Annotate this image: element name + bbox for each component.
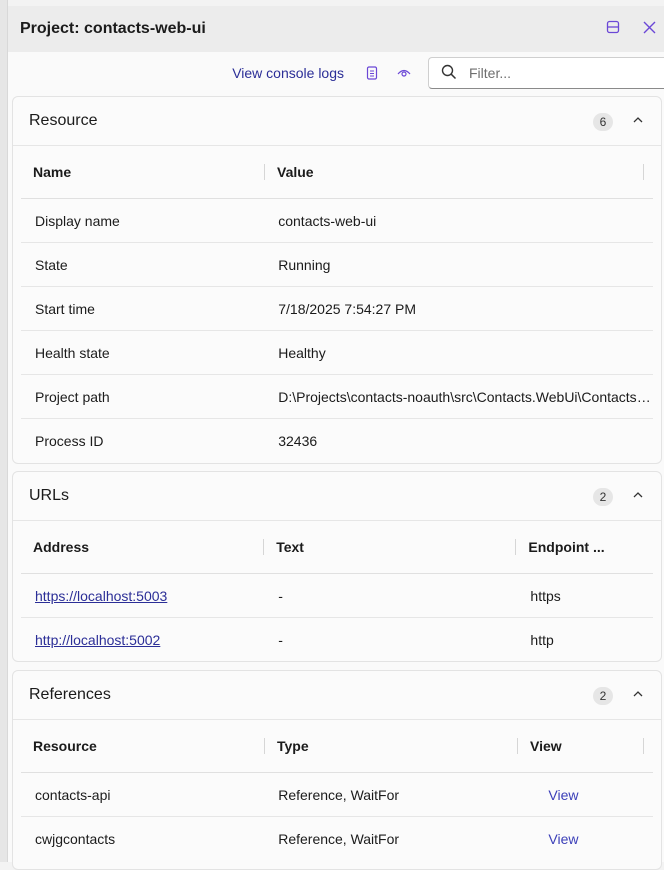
reference-resource-cell: cwjgcontacts [35,831,116,847]
column-header-address[interactable]: Address [21,539,265,555]
column-header-value[interactable]: Value [265,164,644,180]
row-value: 7/18/2025 7:54:27 PM [278,300,417,317]
references-table-header: Resource Type View [21,720,653,773]
url-endpoint-cell: https [530,587,561,604]
references-count-badge: 2 [593,687,613,705]
row-value: contacts-web-ui [278,212,377,229]
reference-resource-cell: contacts-api [35,786,111,803]
table-row: Project path D:\Projects\contacts-noauth… [21,375,653,419]
url-text-cell: - [278,587,283,604]
reference-type-cell: Reference, WaitFor [278,786,400,803]
urls-table-header: Address Text Endpoint ... [21,521,653,574]
row-value: 32436 [278,433,318,449]
panel-header: Project: contacts-web-ui [8,6,664,52]
row-name: Project path [35,388,110,405]
background-strip [0,0,8,862]
resource-table: Name Value Display name contacts-web-ui … [21,146,653,463]
row-name: Start time [35,300,95,317]
row-name: Health state [35,344,110,361]
column-header-endpoint[interactable]: Endpoint ... [516,539,653,555]
resource-count-badge: 6 [593,113,613,131]
panel-title: Project: contacts-web-ui [20,20,206,37]
document-icon[interactable] [364,65,380,81]
table-row: Display name contacts-web-ui [21,199,653,243]
row-name: Display name [35,212,120,229]
references-card-header[interactable]: References 2 [13,671,661,720]
reference-type-cell: Reference, WaitFor [278,831,400,847]
urls-card-header[interactable]: URLs 2 [13,472,661,521]
table-row: contacts-api Reference, WaitFor View [21,773,653,817]
references-table: Resource Type View contacts-api Referenc… [21,720,653,861]
url-endpoint-cell: http [530,632,554,648]
resource-card-header[interactable]: Resource 6 [13,97,661,146]
table-row: Health state Healthy [21,331,653,375]
urls-table: Address Text Endpoint ... https://localh… [21,521,653,661]
column-header-resource[interactable]: Resource [21,738,265,754]
urls-title: URLs [29,487,70,504]
chevron-up-icon[interactable] [631,687,645,701]
column-header-view[interactable]: View [518,738,644,754]
resource-title: Resource [29,112,98,129]
row-value: Running [278,256,331,273]
references-title: References [29,686,111,703]
url-link[interactable]: https://localhost:5003 [35,588,167,604]
resource-table-header: Name Value [21,146,653,199]
row-value: D:\Projects\contacts-noauth\src\Contacts… [278,388,653,405]
column-header-text[interactable]: Text [264,539,517,555]
resource-card: Resource 6 Name Value Display name conta… [12,96,662,464]
view-link[interactable]: View [516,831,653,847]
urls-card: URLs 2 Address Text Endpoint ... https:/… [12,471,662,662]
details-panel: Project: contacts-web-ui View console lo… [8,6,664,870]
row-name: State [35,256,68,273]
url-link[interactable]: http://localhost:5002 [35,632,160,648]
view-link[interactable]: View [516,787,653,803]
filter-box [428,57,664,89]
column-header-type[interactable]: Type [265,738,518,754]
table-row: https://localhost:5003 - https [21,574,653,618]
chevron-up-icon[interactable] [631,488,645,502]
table-row: Process ID 32436 [21,419,653,463]
chevron-up-icon[interactable] [631,113,645,127]
row-value: Healthy [278,344,326,361]
view-console-logs-link[interactable]: View console logs [232,65,344,81]
url-address-cell: http://localhost:5002 [21,632,264,648]
row-name: Process ID [35,433,104,449]
table-row: cwjgcontacts Reference, WaitFor View [21,817,653,861]
url-address-cell: https://localhost:5003 [21,588,264,604]
column-header-name[interactable]: Name [21,164,265,180]
urls-count-badge: 2 [593,488,613,506]
close-icon[interactable] [640,18,658,36]
table-row: State Running [21,243,653,287]
search-icon [441,64,457,83]
filter-input[interactable] [467,64,647,82]
url-text-cell: - [278,632,283,648]
table-row: http://localhost:5002 - http [21,618,653,661]
eye-icon[interactable] [396,65,412,81]
dock-icon[interactable] [604,18,622,36]
references-card: References 2 Resource Type View contacts… [12,670,662,870]
toolbar: View console logs [8,52,664,94]
table-row: Start time 7/18/2025 7:54:27 PM [21,287,653,331]
